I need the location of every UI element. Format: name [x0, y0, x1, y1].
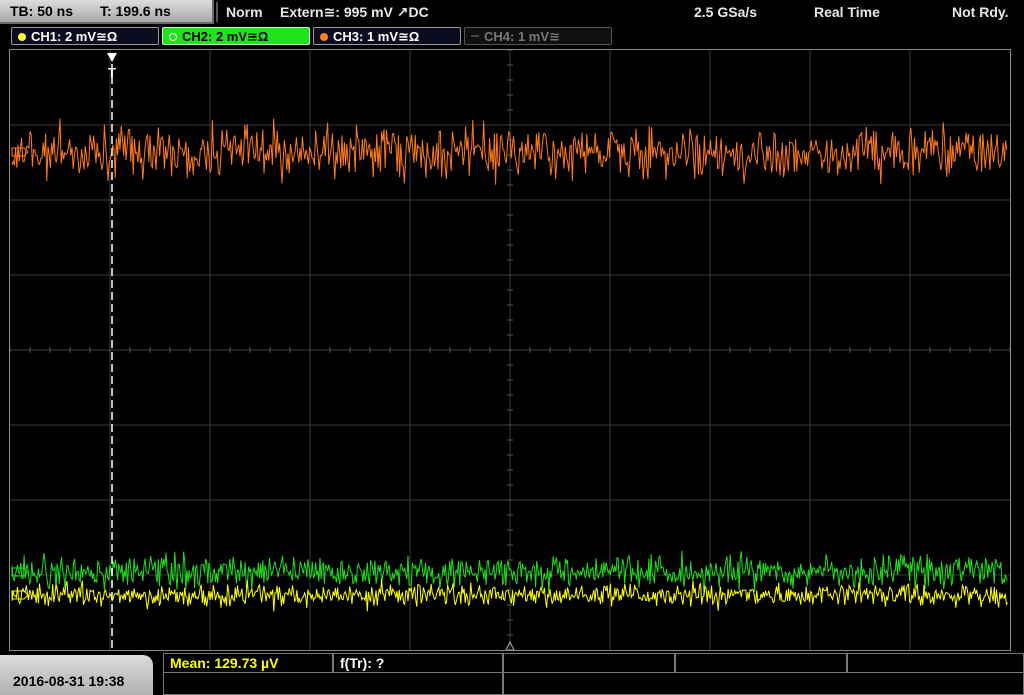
measurement-slot-4[interactable] — [675, 653, 847, 673]
ch3-indicator-icon — [320, 33, 328, 41]
status-divider — [216, 2, 218, 22]
trigger-marker-label: T — [108, 65, 116, 80]
measurement-row-2a — [163, 673, 503, 695]
trigger-time-value: T: 199.6 ns — [100, 3, 171, 19]
rise-time-measurement[interactable]: f(Tr): ? — [333, 653, 503, 673]
channel-tab-ch3[interactable]: CH3: 1 mV≅Ω — [313, 27, 461, 45]
measurement-slot-3[interactable] — [503, 653, 675, 673]
ch2-indicator-icon — [169, 33, 177, 41]
trigger-source[interactable]: Extern≅: 995 mV ↗DC — [280, 0, 429, 24]
trigger-position-icon — [107, 53, 117, 62]
channel-tab-ch1[interactable]: CH1: 2 mV≅Ω — [11, 27, 159, 45]
ch4-label: CH4: 1 mV≅ — [484, 29, 560, 44]
ready-status: Not Rdy. — [952, 4, 1009, 20]
ch3-trace — [11, 118, 1008, 185]
channel-tab-ch4[interactable]: CH4: 1 mV≅ — [464, 27, 612, 45]
sample-rate: 2.5 GSa/s — [694, 4, 758, 20]
ch3-label: CH3: 1 mV≅Ω — [333, 29, 420, 44]
channel-tabs: CH1: 2 mV≅Ω CH2: 2 mV≅Ω CH3: 1 mV≅Ω CH4:… — [0, 26, 1024, 48]
measurement-slot-5[interactable] — [847, 653, 1024, 673]
timebase-box[interactable]: TB: 50 ns T: 199.6 ns — [0, 0, 214, 24]
waveform-canvas: T — [10, 50, 1010, 650]
ch1-label: CH1: 2 mV≅Ω — [31, 29, 118, 44]
datetime-box: 2016-08-31 19:38 — [0, 655, 153, 695]
trigger-mode[interactable]: Norm — [226, 0, 263, 24]
datetime: 2016-08-31 19:38 — [13, 673, 125, 689]
measurement-panel[interactable]: Mean: 129.73 µV f(Tr): ? — [163, 653, 1024, 695]
measurement-row-2b — [503, 673, 1024, 695]
channel-tab-ch2[interactable]: CH2: 2 mV≅Ω — [162, 27, 310, 45]
ch2-label: CH2: 2 mV≅Ω — [182, 29, 269, 44]
waveform-display[interactable]: T — [9, 49, 1011, 651]
mean-measurement[interactable]: Mean: 129.73 µV — [163, 653, 333, 673]
acquisition-mode: Real Time — [814, 4, 880, 20]
ch1-indicator-icon — [18, 33, 26, 41]
ch4-indicator-icon — [471, 35, 479, 37]
timebase-value: TB: 50 ns — [10, 3, 74, 19]
top-status-bar: TB: 50 ns T: 199.6 ns Norm Extern≅: 995 … — [0, 0, 1024, 25]
